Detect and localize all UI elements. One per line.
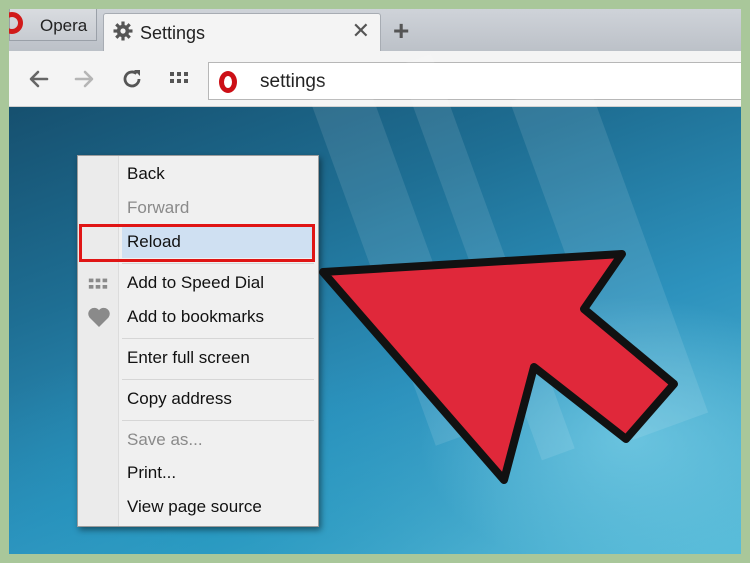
- speed-dial-icon[interactable]: [167, 67, 191, 91]
- menu-item-print[interactable]: Print...: [122, 457, 314, 489]
- reload-icon[interactable]: [120, 67, 144, 91]
- menu-item-add-to-speed-dial[interactable]: Add to Speed Dial: [122, 267, 314, 299]
- tab-settings[interactable]: Settings ✕: [103, 13, 381, 51]
- red-arrow-icon: [319, 250, 678, 484]
- menu-item-copy-address[interactable]: Copy address: [122, 383, 314, 415]
- menu-icon-gutter: [78, 156, 119, 526]
- tab-opera[interactable]: Opera: [9, 9, 97, 41]
- menu-separator: [122, 420, 314, 421]
- heart-icon: [88, 307, 110, 327]
- close-icon[interactable]: ✕: [352, 20, 370, 42]
- menu-separator: [122, 379, 314, 380]
- tab-settings-label: Settings: [140, 23, 206, 43]
- menu-separator: [122, 338, 314, 339]
- back-arrow-icon[interactable]: [27, 67, 51, 91]
- menu-item-forward[interactable]: Forward: [122, 192, 314, 224]
- menu-item-add-to-bookmarks[interactable]: Add to bookmarks: [122, 301, 314, 333]
- tab-opera-label: Opera: [40, 16, 88, 35]
- menu-item-view-page-source[interactable]: View page source: [122, 491, 314, 523]
- opera-logo-icon: [9, 12, 23, 34]
- gear-icon: [113, 21, 133, 41]
- menu-item-enter-full-screen[interactable]: Enter full screen: [122, 342, 314, 374]
- new-tab-icon[interactable]: +: [393, 17, 409, 45]
- menu-separator: [122, 263, 314, 264]
- screenshot-frame: Opera Settings ✕ + settings Back Forward…: [9, 9, 741, 554]
- forward-arrow-icon[interactable]: [72, 67, 96, 91]
- menu-item-save-as[interactable]: Save as...: [122, 424, 314, 456]
- tab-strip: Opera Settings ✕ +: [9, 9, 741, 51]
- menu-item-reload[interactable]: Reload: [122, 226, 314, 258]
- toolbar: settings: [9, 51, 741, 107]
- menu-item-back[interactable]: Back: [122, 158, 314, 190]
- speed-dial-icon: [88, 278, 108, 289]
- opera-logo-icon: [219, 71, 237, 93]
- address-bar[interactable]: settings: [208, 62, 741, 100]
- context-menu: Back Forward Reload Add to Speed Dial Ad…: [77, 155, 319, 527]
